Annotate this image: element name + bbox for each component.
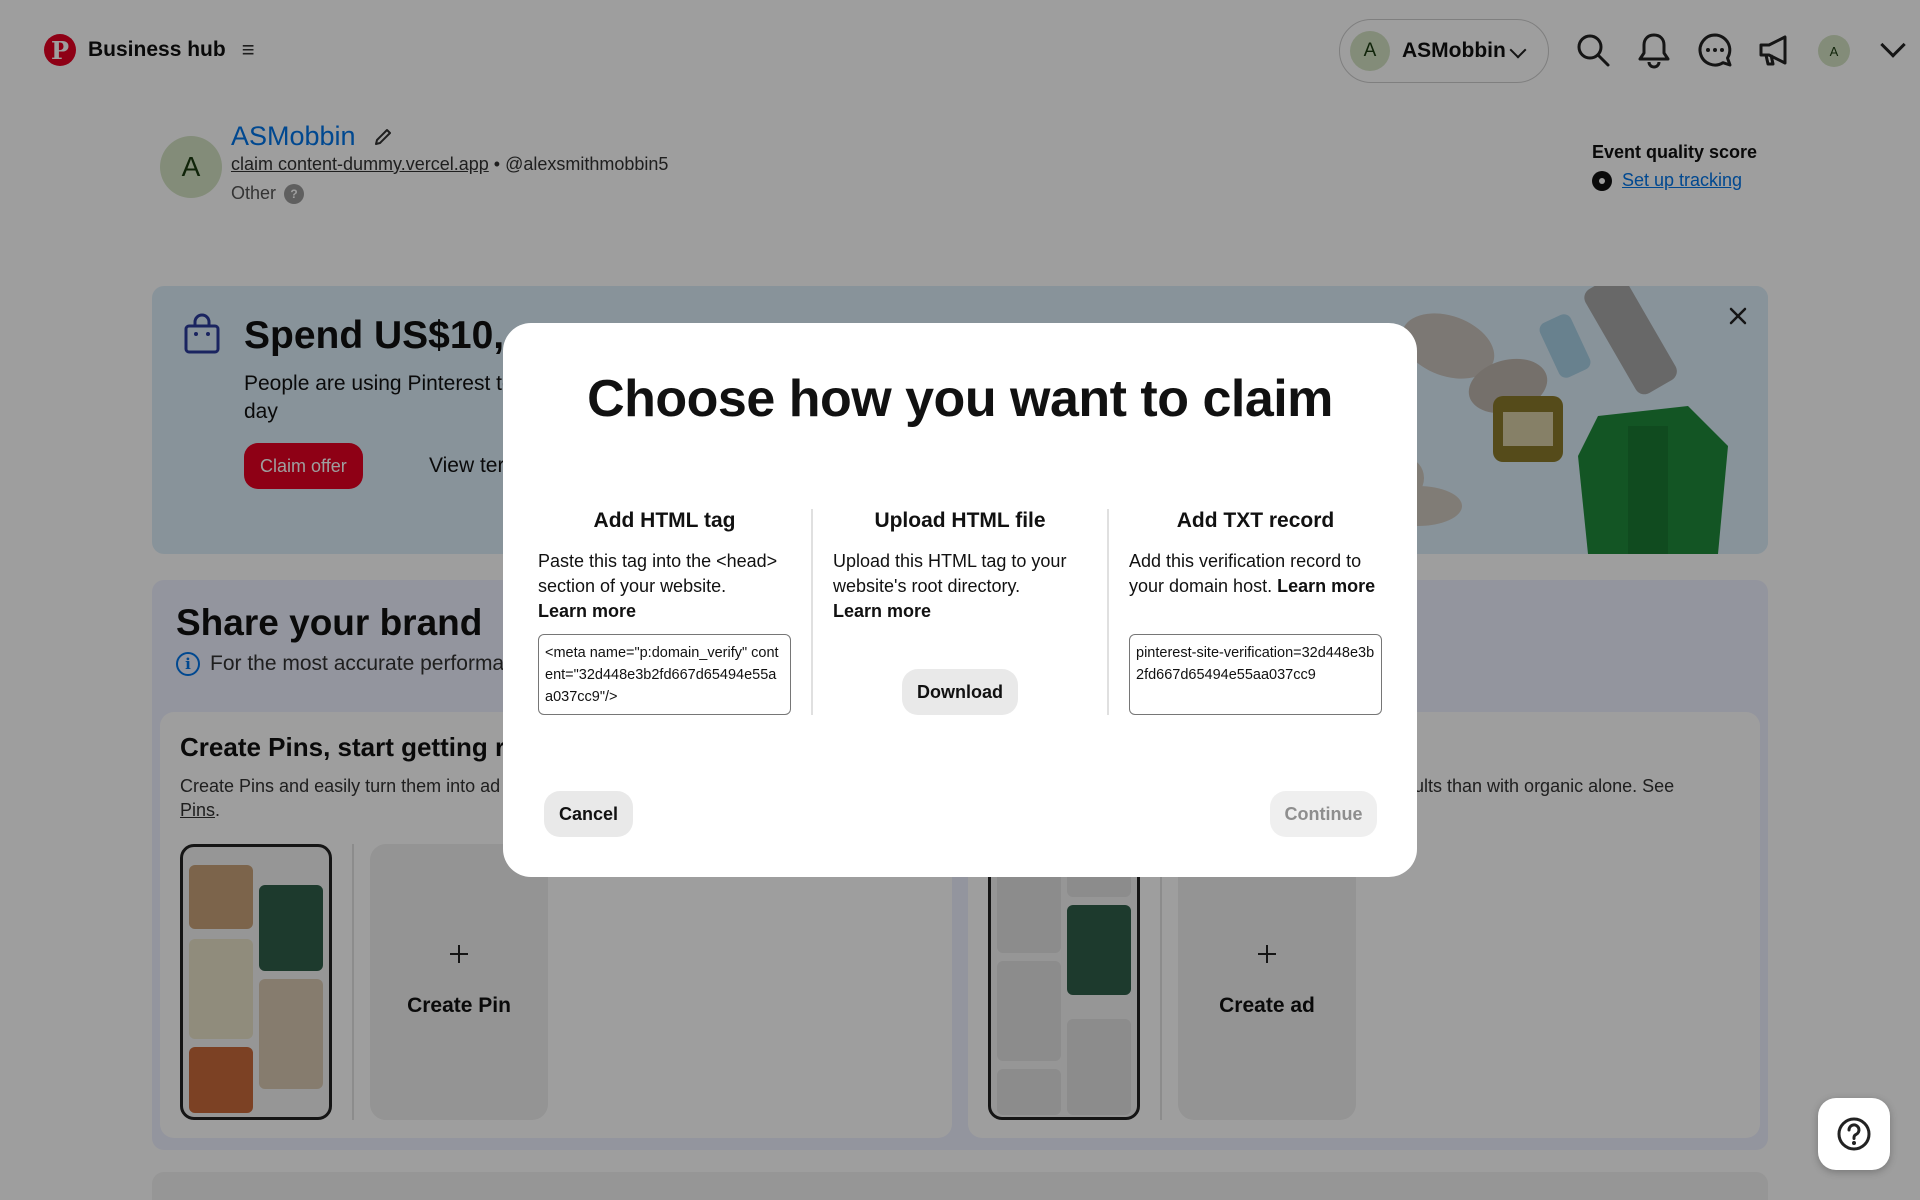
html-tag-code-field[interactable]: <meta name="p:domain_verify" content="32… (538, 634, 791, 715)
option-title: Add HTML tag (593, 509, 736, 532)
question-icon (1837, 1117, 1871, 1151)
download-button[interactable]: Download (902, 669, 1018, 715)
cancel-button[interactable]: Cancel (544, 791, 633, 837)
option-description-text: Paste this tag into the <head> section o… (538, 551, 778, 596)
option-divider (811, 509, 813, 715)
learn-more-link[interactable]: Learn more (538, 601, 636, 621)
claim-website-modal: Choose how you want to claim Add HTML ta… (503, 323, 1417, 877)
modal-title: Choose how you want to claim (587, 370, 1333, 428)
add-txt-record-option: Add TXT record Add this verification rec… (1129, 509, 1382, 599)
option-description: Paste this tag into the <head> section o… (538, 549, 791, 624)
option-divider (1107, 509, 1109, 715)
learn-more-link[interactable]: Learn more (833, 601, 931, 621)
option-title: Add TXT record (1176, 509, 1335, 532)
continue-button[interactable]: Continue (1270, 791, 1377, 837)
help-button[interactable] (1818, 1098, 1890, 1170)
option-description: Add this verification record to your dom… (1129, 549, 1382, 599)
option-description-text: Upload this HTML tag to your website's r… (833, 551, 1067, 596)
option-description: Upload this HTML tag to your website's r… (833, 549, 1087, 624)
option-title: Upload HTML file (874, 509, 1046, 532)
add-html-tag-option: Add HTML tag Paste this tag into the <he… (538, 509, 791, 624)
learn-more-link[interactable]: Learn more (1277, 576, 1375, 596)
upload-html-file-option: Upload HTML file Upload this HTML tag to… (833, 509, 1087, 624)
txt-record-code-field[interactable]: pinterest-site-verification=32d448e3b2fd… (1129, 634, 1382, 715)
